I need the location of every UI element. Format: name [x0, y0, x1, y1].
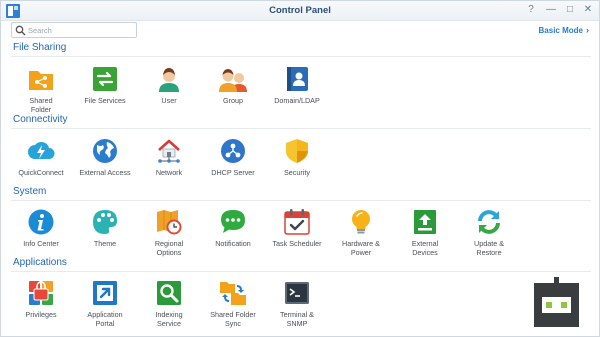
user-icon — [159, 68, 179, 92]
shield-icon — [286, 139, 308, 163]
group-icon — [219, 69, 247, 92]
section-divider — [11, 128, 591, 129]
shared-folder-label: Shared Folder — [29, 96, 53, 114]
dhcp-server-item[interactable]: DHCP Server — [201, 137, 265, 177]
house-network-icon — [158, 139, 180, 163]
group-item[interactable]: Group — [201, 65, 265, 105]
info-center-item[interactable]: Info Center — [9, 208, 73, 248]
maximize-button[interactable]: □ — [564, 4, 576, 16]
shared-folder-item[interactable]: Shared Folder — [9, 65, 73, 114]
control-panel-window: Control Panel ? — □ ✕ Basic Mode› File S… — [0, 0, 600, 337]
info-center-label: Info Center — [23, 239, 59, 248]
search-icon — [15, 25, 26, 36]
user-item[interactable]: User — [137, 65, 201, 105]
chevron-right-icon: › — [586, 25, 589, 35]
section-divider — [11, 200, 591, 201]
refresh-icon — [478, 210, 500, 234]
window-title: Control Panel — [269, 5, 331, 16]
search-box — [11, 22, 137, 38]
network-item[interactable]: Network — [137, 137, 201, 177]
external-devices-item[interactable]: External Devices — [393, 208, 457, 257]
update-restore-label: Update & Restore — [474, 239, 504, 257]
quickconnect-label: QuickConnect — [18, 168, 64, 177]
theme-item[interactable]: Theme — [73, 208, 137, 248]
terminal-icon — [285, 282, 309, 304]
domain-ldap-label: Domain/LDAP — [274, 96, 320, 105]
group-label: Group — [223, 96, 243, 105]
privileges-label: Privileges — [25, 310, 57, 319]
external-access-label: External Access — [79, 168, 131, 177]
indexing-service-item[interactable]: Indexing Service — [137, 279, 201, 328]
basic-mode-link[interactable]: Basic Mode › — [539, 25, 589, 35]
file-services-item[interactable]: File Services — [73, 65, 137, 105]
security-item[interactable]: Security — [265, 137, 329, 177]
address-book-icon — [287, 67, 308, 91]
basic-mode-label: Basic Mode — [538, 26, 583, 35]
file-services-icon — [93, 67, 117, 91]
terminal-snmp-item[interactable]: Terminal & SNMP — [265, 279, 329, 328]
external-devices-label: External Devices — [411, 239, 439, 257]
portal-icon — [93, 281, 117, 305]
section-divider — [11, 56, 591, 57]
security-label: Security — [284, 168, 310, 177]
indexing-service-label: Indexing Service — [155, 310, 183, 328]
notification-item[interactable]: Notification — [201, 208, 265, 248]
network-label: Network — [155, 168, 183, 177]
lightbulb-icon — [352, 210, 370, 234]
regional-clock-icon — [157, 210, 182, 235]
user-label: User — [161, 96, 177, 105]
close-button[interactable]: ✕ — [582, 4, 594, 16]
application-portal-item[interactable]: Application Portal — [73, 279, 137, 328]
info-icon — [28, 209, 54, 235]
external-device-icon — [414, 210, 436, 234]
terminal-snmp-label: Terminal & SNMP — [280, 310, 314, 328]
magnifier-index-icon — [157, 281, 181, 305]
task-scheduler-item[interactable]: Task Scheduler — [265, 208, 329, 248]
help-button[interactable]: ? — [525, 4, 537, 16]
globe-icon — [93, 139, 117, 163]
external-access-item[interactable]: External Access — [73, 137, 137, 177]
application-portal-label: Application Portal — [87, 310, 123, 328]
shared-folder-icon — [29, 71, 53, 90]
minimize-button[interactable]: — — [545, 4, 557, 16]
palette-icon — [93, 210, 117, 234]
domain-ldap-item[interactable]: Domain/LDAP — [265, 65, 329, 105]
quickconnect-icon — [28, 141, 55, 159]
section-title-applications: Applications — [13, 257, 67, 268]
notification-label: Notification — [215, 239, 251, 248]
section-divider — [11, 271, 591, 272]
update-restore-item[interactable]: Update & Restore — [457, 208, 521, 257]
chat-bubble-icon — [221, 210, 245, 233]
calendar-check-icon — [284, 209, 310, 235]
quickconnect-item[interactable]: QuickConnect — [9, 137, 73, 177]
folder-sync-icon — [220, 282, 246, 305]
regional-options-label: Regional Options — [154, 239, 184, 257]
robot-logo-icon — [534, 277, 579, 327]
section-title-connectivity: Connectivity — [13, 114, 68, 125]
hardware-power-item[interactable]: Hardware & Power — [329, 208, 393, 257]
title-bar: Control Panel ? — □ ✕ — [1, 1, 599, 21]
section-title-system: System — [13, 186, 47, 197]
theme-label: Theme — [93, 239, 117, 248]
privileges-icon — [29, 281, 53, 305]
search-input[interactable] — [28, 24, 134, 36]
shared-folder-sync-item[interactable]: Shared Folder Sync — [201, 279, 265, 328]
privileges-item[interactable]: Privileges — [9, 279, 73, 319]
file-services-label: File Services — [84, 96, 126, 105]
regional-options-item[interactable]: Regional Options — [137, 208, 201, 257]
hardware-power-label: Hardware & Power — [342, 239, 380, 257]
section-title-file-sharing: File Sharing — [13, 42, 67, 53]
dhcp-server-label: DHCP Server — [211, 168, 255, 177]
dhcp-server-icon — [221, 139, 245, 163]
shared-folder-sync-label: Shared Folder Sync — [210, 310, 256, 328]
task-scheduler-label: Task Scheduler — [272, 239, 322, 248]
